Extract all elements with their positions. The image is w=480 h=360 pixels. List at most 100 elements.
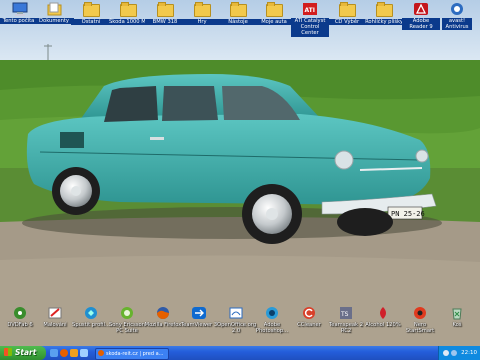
desktop-icon-moje-auta[interactable]: Moje auta: [254, 2, 294, 26]
desktop-icon-label: Mozilla Firefox: [144, 322, 182, 328]
desktop-icon-label: Spustit profil...: [72, 322, 110, 328]
desktop-icon-bmw[interactable]: BMW 318: [145, 2, 185, 26]
desktop-icon-rohlicky[interactable]: Rohlíčky plíšky: [364, 2, 404, 26]
rear-wheel: [52, 167, 100, 215]
recycle-bin-icon: [452, 308, 462, 320]
taskbar-button-label: skoda-reit.cz | pred a...: [106, 351, 164, 357]
volume-icon[interactable]: [443, 350, 449, 356]
start-label: Start: [15, 348, 37, 357]
photoshop-icon: [266, 307, 278, 319]
desktop-icon-skoda[interactable]: Škoda 1000 MB: [108, 2, 150, 26]
desktop-icon-label: avast! Antivirus: [442, 18, 472, 31]
folder-icon: [375, 2, 393, 17]
adobe-reader-icon: [414, 3, 428, 15]
desktop-icon-label: Alcohol 120%: [365, 322, 401, 328]
svg-text:TS: TS: [340, 311, 349, 318]
desktop-icon-label: Nástoje: [218, 19, 258, 26]
desktop-icon-label: Sony Ericsson PC Suite: [108, 322, 146, 335]
system-tray: 22:10: [438, 346, 480, 360]
desktop-icon-ccleaner[interactable]: CCleaner: [289, 306, 329, 328]
windows-logo-icon: [4, 348, 12, 356]
desktop-icon-ati[interactable]: ATI ATI Catalyst Control Center: [290, 2, 330, 37]
desktop-icon-label: Adobe Reader 9: [402, 18, 440, 31]
desktop: PN 25-26 Tento počítač Dokumenty Ostatní…: [0, 0, 480, 346]
desktop-icon-label: DVDFab 6: [7, 322, 33, 328]
desktop-icon-avast[interactable]: avast! Antivirus: [437, 2, 477, 31]
desktop-icon-label: Rohlíčky plíšky: [364, 19, 404, 26]
desktop-icon-alcohol[interactable]: Alcohol 120%: [363, 306, 403, 328]
firefox-quicklaunch-icon[interactable]: [60, 349, 68, 357]
desktop-icon-label: Ostatní: [71, 19, 111, 26]
desktop-icon-label: Koš: [452, 322, 462, 328]
desktop-icon-label: TeamViewer 3: [180, 322, 218, 328]
desktop-icon-teamviewer[interactable]: TeamViewer 3: [179, 306, 219, 328]
desktop-icon-documents[interactable]: Dokumenty: [34, 2, 74, 25]
desktop-icon-label: Adobe Photoshop...: [255, 322, 289, 335]
desktop-icon-recycle-bin[interactable]: Koš: [437, 306, 477, 328]
desktop-icon-teamspeak[interactable]: TS Teamspeak 2 RC2: [326, 306, 366, 334]
media-player-icon[interactable]: [70, 349, 78, 357]
desktop-icon-firefox[interactable]: Mozilla Firefox: [143, 306, 183, 328]
windows: [104, 86, 300, 122]
folder-icon: [82, 2, 100, 17]
desktop-icon-label: BMW 318: [145, 19, 185, 26]
desktop-icon-spustit-profil[interactable]: Spustit profil...: [71, 306, 111, 328]
desktop-icon-nastoje[interactable]: Nástoje: [218, 2, 258, 26]
explorer-quicklaunch-icon[interactable]: [80, 349, 88, 357]
desktop-icon-ostatni[interactable]: Ostatní: [71, 2, 111, 26]
wallpaper-car-photo: PN 25-26: [0, 0, 480, 346]
network-icon[interactable]: [451, 350, 457, 356]
desktop-icon-nero[interactable]: Nero StartSmart: [400, 306, 440, 334]
desktop-icon-label: Nero StartSmart: [405, 322, 435, 335]
desktop-icon-label: Hry: [182, 19, 222, 26]
clock[interactable]: 22:10: [461, 346, 477, 360]
folder-icon: [265, 2, 283, 17]
desktop-icon-label: ATI Catalyst Control Center: [291, 18, 329, 37]
firefox-icon: [98, 350, 104, 356]
openoffice-icon: [229, 307, 243, 319]
sony-ericsson-icon: [121, 307, 133, 319]
license-plate-text: PN 25-26: [391, 210, 425, 218]
ccleaner-icon: [303, 307, 315, 319]
profile-icon: [85, 307, 97, 319]
taskbar: Start skoda-reit.cz | pred a... 22:10: [0, 346, 480, 360]
avast-icon: [451, 3, 463, 15]
desktop-icon-openoffice[interactable]: OpenOffice.org 2.0: [216, 306, 256, 334]
front-wheel: [242, 184, 302, 244]
desktop-icon-label: Moje auta: [254, 19, 294, 26]
svg-text:ATI: ATI: [305, 7, 316, 14]
desktop-icon-malovani[interactable]: Malování: [35, 306, 75, 328]
computer-icon: [12, 2, 28, 16]
paint-icon: [48, 307, 62, 319]
desktop-icon-label: OpenOffice.org 2.0: [217, 322, 257, 335]
start-button[interactable]: Start: [0, 346, 46, 360]
ati-icon: ATI: [303, 3, 317, 15]
folder-icon: [193, 2, 211, 17]
dvdfab-icon: [14, 307, 26, 319]
quick-launch: [50, 349, 90, 357]
folder-icon: [338, 2, 356, 17]
teamspeak-icon: TS: [340, 307, 352, 319]
nero-icon: [414, 307, 426, 319]
desktop-icon-sony-ericsson[interactable]: Sony Ericsson PC Suite: [107, 306, 147, 334]
teamviewer-icon: [192, 307, 206, 319]
folder-icon: [119, 2, 137, 17]
desktop-icon-label: Teamspeak 2 RC2: [328, 322, 364, 335]
desktop-icon-cd-vyber[interactable]: CD Výběr: [327, 2, 367, 26]
alcohol-icon: [380, 307, 386, 319]
desktop-icon-dvdfab[interactable]: DVDFab 6: [0, 306, 40, 328]
desktop-icon-label: Malování: [43, 322, 67, 328]
desktop-icon-photoshop[interactable]: Adobe Photoshop...: [252, 306, 292, 334]
desktop-icon-label: CCleaner: [297, 322, 321, 328]
desktop-icon-adobe-reader[interactable]: Adobe Reader 9: [401, 2, 441, 31]
desktop-icon-label: Škoda 1000 MB: [108, 19, 150, 26]
air-vent: [60, 132, 84, 148]
folder-icon: [156, 2, 174, 17]
firefox-icon: [157, 307, 169, 319]
show-desktop-icon[interactable]: [50, 349, 58, 357]
taskbar-button-firefox[interactable]: skoda-reit.cz | pred a...: [95, 348, 169, 360]
headlight: [334, 150, 354, 170]
door-handle: [150, 137, 164, 140]
desktop-icon-label: CD Výběr: [327, 19, 367, 26]
desktop-icon-hry[interactable]: Hry: [182, 2, 222, 26]
